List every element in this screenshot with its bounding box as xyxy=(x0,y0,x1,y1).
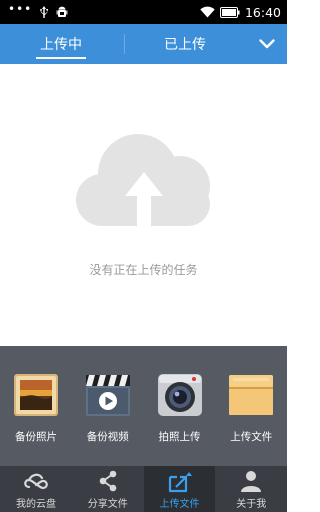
upload-actions-panel: 备份照片 备份视频 拍照上传 上传文件 xyxy=(0,346,287,466)
folder-icon xyxy=(229,375,274,415)
person-icon xyxy=(241,471,262,492)
upload-tab-bar: 上传中 已上传 xyxy=(0,24,287,64)
dropdown-button[interactable] xyxy=(253,30,281,58)
empty-state: 没有正在上传的任务 xyxy=(0,64,287,346)
nav-label: 关于我 xyxy=(236,499,267,510)
battery-icon xyxy=(219,6,240,18)
upload-icon xyxy=(168,472,192,493)
share-icon xyxy=(99,470,117,492)
more-notifications-icon: ••• xyxy=(8,2,33,16)
nav-upload-files[interactable]: 上传文件 xyxy=(143,466,216,512)
backup-photos-button[interactable]: 备份照片 xyxy=(0,346,72,466)
cloud-upload-icon xyxy=(76,134,210,226)
action-label: 备份照片 xyxy=(15,431,57,443)
active-tab-indicator xyxy=(36,57,86,59)
nav-label: 上传文件 xyxy=(159,499,200,510)
action-label: 拍照上传 xyxy=(158,431,201,443)
tab-uploaded-label: 已上传 xyxy=(164,37,206,53)
android-debug-icon xyxy=(56,6,68,17)
nav-share-files[interactable]: 分享文件 xyxy=(72,466,144,512)
action-label: 上传文件 xyxy=(230,431,273,443)
cloud-link-icon xyxy=(24,473,48,490)
status-bar: ••• 16:40 xyxy=(0,0,287,24)
tab-divider xyxy=(124,34,125,54)
tab-uploading-label: 上传中 xyxy=(40,37,82,53)
upload-file-button[interactable]: 上传文件 xyxy=(215,346,287,466)
nav-label: 我的云盘 xyxy=(16,499,56,510)
camera-upload-button[interactable]: 拍照上传 xyxy=(144,346,216,466)
bottom-navigation: 我的云盘 分享文件 上传文件 关于我 xyxy=(0,466,287,512)
empty-message: 没有正在上传的任务 xyxy=(89,263,198,277)
upload-screen: ••• 16:40 上传中 已上传 没有正在上传的任务 备份照片 备份视频 拍照… xyxy=(0,0,287,512)
nav-my-cloud[interactable]: 我的云盘 xyxy=(0,466,72,512)
usb-icon xyxy=(40,6,49,18)
photo-frame-icon xyxy=(14,374,58,416)
tab-uploading[interactable]: 上传中 xyxy=(18,24,104,64)
nav-about-me[interactable]: 关于我 xyxy=(215,466,287,512)
chevron-down-icon xyxy=(259,39,275,49)
clock: 16:40 xyxy=(244,4,281,20)
backup-videos-button[interactable]: 备份视频 xyxy=(72,346,144,466)
action-label: 备份视频 xyxy=(86,431,129,443)
wifi-icon xyxy=(200,6,215,18)
nav-label: 分享文件 xyxy=(87,499,128,510)
camera-icon xyxy=(157,374,202,416)
tab-uploaded[interactable]: 已上传 xyxy=(142,24,228,64)
video-clapper-icon xyxy=(85,375,130,416)
